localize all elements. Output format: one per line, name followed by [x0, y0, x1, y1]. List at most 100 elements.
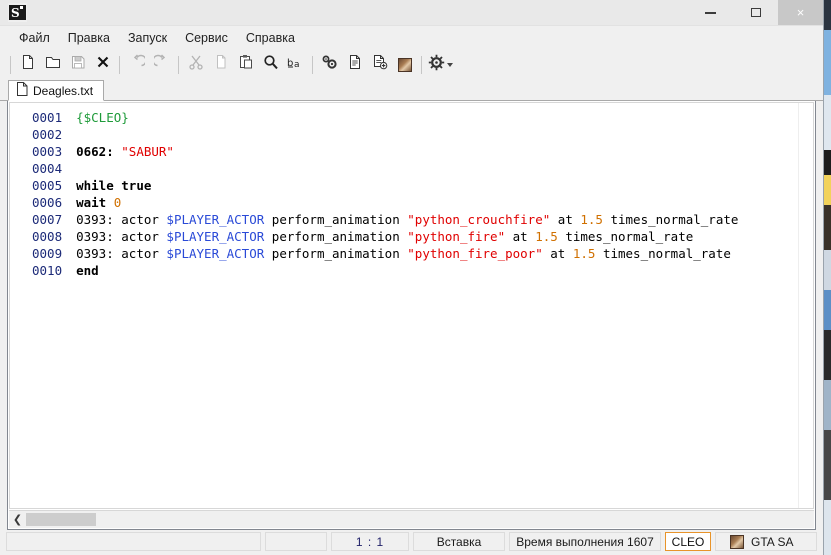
line-number: 0006 [32, 195, 63, 210]
replace-button[interactable]: b a [283, 52, 308, 77]
code-token: $PLAYER_ACTOR [166, 229, 265, 244]
new-file-button[interactable] [15, 52, 40, 77]
paste-button[interactable] [233, 52, 258, 77]
compile-icon [321, 54, 338, 75]
line-number: 0008 [32, 229, 63, 244]
code-line: 0006 wait 0 [10, 194, 798, 211]
code-token: at [542, 246, 573, 261]
menu-tools[interactable]: Сервис [176, 28, 237, 48]
toolbar-separator [10, 55, 11, 74]
cut-button[interactable] [183, 52, 208, 77]
code-token: $PLAYER_ACTOR [166, 212, 265, 227]
code-line: 0004 [10, 160, 798, 177]
settings-dropdown-caret-icon[interactable] [447, 62, 453, 67]
line-number: 0010 [32, 263, 63, 278]
code-line: 0002 [10, 126, 798, 143]
editor-horizontal-scrollbar[interactable]: ❮ [9, 510, 814, 528]
menu-run[interactable]: Запуск [119, 28, 176, 48]
editor-vertical-scrollbar[interactable] [798, 103, 813, 508]
sanny-builder-icon: S [8, 3, 27, 22]
paste-icon [238, 54, 254, 75]
cleo-mode-badge[interactable]: CLEO [665, 532, 711, 551]
close-button[interactable]: × [778, 0, 823, 25]
code-token: times_normal_rate [602, 212, 739, 227]
undo-icon [129, 54, 147, 75]
code-token: 1.5 [535, 229, 558, 244]
line-number: 0005 [32, 178, 63, 193]
close-file-icon [95, 54, 111, 75]
file-icon [16, 82, 28, 99]
code-token: 1.5 [572, 246, 596, 261]
code-token: 0393: actor [76, 229, 167, 244]
menu-file[interactable]: Файл [10, 28, 59, 48]
code-token: while true [76, 178, 152, 193]
code-token: 0393: actor [76, 246, 167, 261]
copy-button[interactable] [208, 52, 233, 77]
settings-button[interactable] [426, 52, 446, 77]
cut-icon [188, 54, 204, 75]
minimize-button[interactable] [688, 0, 733, 25]
new-file-icon [20, 54, 36, 75]
open-file-icon [45, 54, 61, 75]
save-file-button[interactable] [65, 52, 90, 77]
execution-time-panel: Время выполнения 1607 [509, 532, 661, 551]
status-secondary-panel [265, 532, 327, 551]
find-icon [263, 54, 279, 75]
code-token: times_normal_rate [595, 246, 731, 261]
code-token: 0662: [76, 144, 114, 159]
line-number: 0001 [32, 110, 63, 125]
code-line: 0010 end [10, 262, 798, 279]
code-token: 0 [113, 195, 122, 210]
toolbar-separator [178, 55, 179, 74]
code-token: end [76, 263, 99, 278]
svg-text:a: a [294, 60, 300, 70]
add-document-button[interactable] [367, 52, 392, 77]
compile-button[interactable] [317, 52, 342, 77]
gta-sa-button[interactable] [392, 52, 417, 77]
code-line: 0005 while true [10, 177, 798, 194]
tab-strip: Deagles.txt [0, 79, 823, 101]
menu-edit[interactable]: Правка [59, 28, 119, 48]
toolbar: b a [0, 50, 823, 79]
code-token: wait [76, 195, 114, 210]
menu-help[interactable]: Справка [237, 28, 304, 48]
editor-viewport[interactable]: 0001 {$CLEO} 0002 0003 0662: "SABUR" 0004 00… [9, 102, 814, 509]
tab-label: Deagles.txt [33, 83, 94, 98]
tab-deagles-txt[interactable]: Deagles.txt [8, 80, 105, 101]
game-selector-panel[interactable]: GTA SA [715, 532, 817, 551]
gta-sa-icon [397, 57, 412, 72]
find-button[interactable] [258, 52, 283, 77]
document-icon [347, 54, 363, 75]
undo-button[interactable] [124, 52, 149, 77]
document-button[interactable] [342, 52, 367, 77]
svg-text:S: S [11, 6, 20, 20]
code-token: 0393: actor [76, 212, 167, 227]
settings-gear-icon [428, 54, 445, 76]
redo-button[interactable] [149, 52, 174, 77]
code-token: perform_animation [264, 212, 408, 227]
insert-mode-panel[interactable]: Вставка [413, 532, 505, 551]
code-token: {$CLEO} [76, 110, 129, 125]
save-file-icon [70, 54, 86, 75]
maximize-icon [750, 8, 761, 17]
maximize-button[interactable] [733, 0, 778, 25]
code-token: 1.5 [580, 212, 603, 227]
add-document-icon [372, 54, 388, 75]
cursor-position-panel: 1 : 1 [331, 532, 409, 551]
horizontal-scroll-thumb[interactable] [26, 513, 96, 526]
close-file-button[interactable] [90, 52, 115, 77]
code-token: "python_fire" [407, 229, 506, 244]
line-number: 0002 [32, 127, 63, 142]
game-label: GTA SA [751, 534, 794, 549]
background-window-strip [824, 0, 831, 555]
status-bar: 1 : 1 Вставка Время выполнения 1607 CLEO… [0, 530, 823, 555]
line-number: 0004 [32, 161, 63, 176]
code-token: $PLAYER_ACTOR [166, 246, 265, 261]
scroll-left-arrow-icon[interactable]: ❮ [9, 512, 26, 527]
code-area[interactable]: 0001 {$CLEO} 0002 0003 0662: "SABUR" 0004 00… [10, 103, 798, 508]
open-file-button[interactable] [40, 52, 65, 77]
line-number: 0003 [32, 144, 63, 159]
code-line: 0008 0393: actor $PLAYER_ACTOR perform_an… [10, 228, 798, 245]
